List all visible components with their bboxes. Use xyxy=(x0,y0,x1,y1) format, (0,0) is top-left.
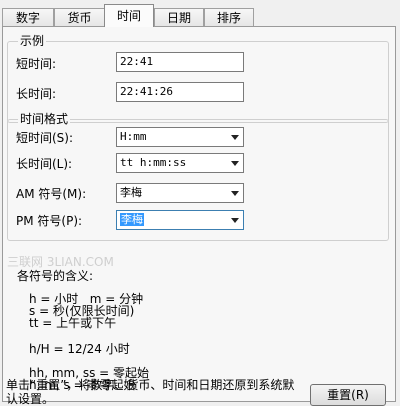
tab-numbers[interactable]: 数字 xyxy=(2,8,54,26)
help-line-12-24: h/H = 12/24 小时 xyxy=(29,342,130,356)
example-short-time-label: 短时间: xyxy=(16,57,57,71)
short-time-format-combo[interactable]: H:mm xyxy=(116,127,244,147)
long-time-format-combo[interactable]: tt h:mm:ss xyxy=(116,153,244,173)
chevron-down-icon[interactable] xyxy=(231,218,239,223)
chevron-down-icon[interactable] xyxy=(231,135,239,140)
reset-description: 单击“重置”，将数字、货币、时间和日期还原到系统默认设置。 xyxy=(6,378,295,406)
example-long-time-label: 长时间: xyxy=(16,87,57,101)
long-time-format-value: tt h:mm:ss xyxy=(120,156,187,169)
long-time-format-label: 长时间(L): xyxy=(16,157,73,171)
tab-currency[interactable]: 货币 xyxy=(54,8,105,26)
tab-time[interactable]: 时间 xyxy=(104,4,154,27)
time-format-legend: 时间格式 xyxy=(18,112,71,126)
am-symbol-value: 李梅 xyxy=(120,186,142,199)
chevron-down-icon[interactable] xyxy=(231,161,239,166)
am-symbol-label: AM 符号(M): xyxy=(16,187,87,201)
pm-symbol-label: PM 符号(P): xyxy=(16,214,83,228)
tab-date[interactable]: 日期 xyxy=(154,8,204,26)
tab-strip: 数字 货币 时间 日期 排序 xyxy=(0,4,400,28)
tab-sorting[interactable]: 排序 xyxy=(204,8,254,26)
pm-symbol-combo[interactable]: 李梅 xyxy=(116,210,244,230)
symbol-help-title: 各符号的含义: xyxy=(17,269,94,283)
short-time-format-value: H:mm xyxy=(120,130,147,143)
example-short-time-value: 22:41 xyxy=(116,52,244,72)
example-long-time-value: 22:41:26 xyxy=(116,82,244,102)
watermark: 三联网 3LIAN.COM xyxy=(7,255,114,269)
time-format-group: 时间格式 短时间(S): H:mm 长时间(L): tt h:mm:ss AM … xyxy=(7,112,389,241)
examples-group: 示例 短时间: 22:41 长时间: 22:41:26 xyxy=(7,34,389,123)
pm-symbol-value[interactable]: 李梅 xyxy=(120,213,144,226)
am-symbol-combo[interactable]: 李梅 xyxy=(116,183,244,203)
chevron-down-icon[interactable] xyxy=(231,191,239,196)
help-line-ampm: tt = 上午或下午 xyxy=(29,316,117,330)
time-settings-panel: 示例 短时间: 22:41 长时间: 22:41:26 时间格式 短时间(S):… xyxy=(2,26,396,402)
examples-legend: 示例 xyxy=(18,34,47,48)
short-time-format-label: 短时间(S): xyxy=(16,131,74,145)
